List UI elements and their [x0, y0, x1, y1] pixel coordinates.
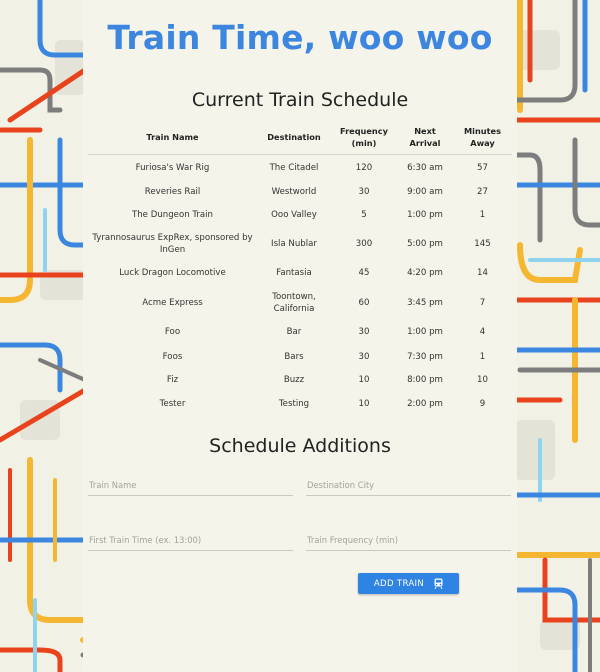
- next-arrival-cell: 9:00 am: [407, 187, 443, 197]
- column-header-destination: Destination: [257, 120, 331, 155]
- table-row: Acme Express Toontown, California 60 3:4…: [88, 286, 512, 320]
- minutes-away-cell: 10: [477, 375, 488, 385]
- table-row: Foo Bar 30 1:00 pm 4: [88, 320, 512, 345]
- destination-cell: Fantasia: [276, 268, 312, 278]
- train-name-cell: Foos: [162, 351, 183, 362]
- frequency-cell: 10: [358, 375, 370, 385]
- frequency-cell: 120: [355, 162, 373, 173]
- next-arrival-cell: 8:00 pm: [407, 375, 443, 385]
- frequency-cell: 45: [358, 268, 370, 278]
- minutes-away-cell: 14: [477, 268, 488, 278]
- train-name-cell: Tester: [159, 398, 186, 409]
- schedule-heading: Current Train Schedule: [191, 89, 409, 111]
- next-arrival-cell: 3:45 pm: [407, 297, 443, 308]
- destination-cell: Buzz: [283, 375, 305, 385]
- destination-input[interactable]: [306, 475, 513, 495]
- train-name-cell: Acme Express: [142, 297, 203, 308]
- minutes-away-cell: 27: [477, 187, 488, 197]
- destination-field: [306, 473, 513, 496]
- train-name-cell: Fiz: [166, 375, 179, 385]
- train-name-field: [88, 473, 295, 496]
- table-row: Tyrannosaurus ExpRex, sponsored by InGen…: [88, 227, 512, 261]
- add-train-label: ADD TRAIN: [373, 578, 425, 589]
- next-arrival-cell: 1:00 pm: [407, 210, 443, 220]
- minutes-away-cell: 1: [479, 351, 486, 362]
- column-header-frequency: Frequency (min): [331, 120, 397, 155]
- page-title: Train Time, woo woo: [107, 18, 493, 57]
- frequency-cell: 30: [358, 187, 370, 197]
- column-header-train-name: Train Name: [88, 120, 257, 155]
- destination-cell: Westworld: [271, 187, 317, 197]
- table-row: Fiz Buzz 10 8:00 pm 10: [88, 369, 512, 392]
- frequency-cell: 30: [358, 351, 370, 362]
- train-schedule-table: Train Name Destination Frequency (min) N…: [88, 120, 512, 416]
- next-arrival-cell: 7:30 pm: [407, 351, 443, 362]
- frequency-cell: 30: [358, 327, 370, 337]
- train-name-input[interactable]: [88, 475, 295, 495]
- destination-cell: Testing: [278, 398, 310, 409]
- minutes-away-cell: 7: [479, 297, 486, 308]
- table-row: Furiosa's War Rig The Citadel 120 6:30 a…: [88, 155, 512, 181]
- train-name-cell: Tyrannosaurus ExpRex, sponsored by InGen: [92, 232, 253, 255]
- table-row: Foos Bars 30 7:30 pm 1: [88, 345, 512, 369]
- destination-cell: Bar: [286, 327, 302, 337]
- next-arrival-cell: 2:00 pm: [407, 398, 443, 409]
- table-row: Reveries Rail Westworld 30 9:00 am 27: [88, 181, 512, 204]
- train-name-cell: Foo: [164, 327, 181, 337]
- first-train-time-input[interactable]: [88, 530, 295, 550]
- next-arrival-cell: 6:30 am: [407, 162, 443, 173]
- form-heading: Schedule Additions: [209, 435, 391, 457]
- train-frequency-field: [306, 528, 513, 551]
- train-name-cell: Furiosa's War Rig: [135, 162, 210, 173]
- frequency-cell: 10: [358, 398, 370, 409]
- table-row: Luck Dragon Locomotive Fantasia 45 4:20 …: [88, 261, 512, 286]
- column-header-next-arrival: Next Arrival: [397, 120, 453, 155]
- minutes-away-cell: 57: [477, 162, 488, 173]
- next-arrival-cell: 1:00 pm: [407, 327, 443, 337]
- next-arrival-cell: 4:20 pm: [407, 268, 443, 278]
- destination-cell: Bars: [284, 351, 304, 362]
- train-icon: [434, 578, 443, 589]
- column-header-minutes-away: Minutes Away: [453, 120, 512, 155]
- minutes-away-cell: 4: [479, 327, 486, 337]
- next-arrival-cell: 5:00 pm: [407, 238, 443, 249]
- table-row: The Dungeon Train Ooo Valley 5 1:00 pm 1: [88, 204, 512, 227]
- table-row: Tester Testing 10 2:00 pm 9: [88, 392, 512, 416]
- destination-cell: Ooo Valley: [271, 210, 317, 220]
- frequency-cell: 5: [361, 210, 367, 220]
- minutes-away-cell: 145: [474, 238, 491, 249]
- table-header-row: Train Name Destination Frequency (min) N…: [88, 120, 512, 155]
- minutes-away-cell: 9: [479, 398, 486, 409]
- train-frequency-input[interactable]: [306, 530, 513, 550]
- first-train-time-field: [88, 528, 295, 551]
- minutes-away-cell: 1: [479, 210, 486, 220]
- train-name-cell: Reveries Rail: [144, 187, 201, 197]
- train-name-cell: Luck Dragon Locomotive: [119, 268, 226, 278]
- destination-cell: The Citadel: [269, 162, 319, 173]
- train-name-cell: The Dungeon Train: [131, 210, 214, 220]
- destination-cell: Isla Nublar: [271, 238, 317, 249]
- add-train-button[interactable]: ADD TRAIN: [358, 573, 459, 594]
- destination-cell: Toontown, California: [272, 291, 316, 314]
- frequency-cell: 60: [358, 297, 370, 308]
- frequency-cell: 300: [355, 238, 373, 249]
